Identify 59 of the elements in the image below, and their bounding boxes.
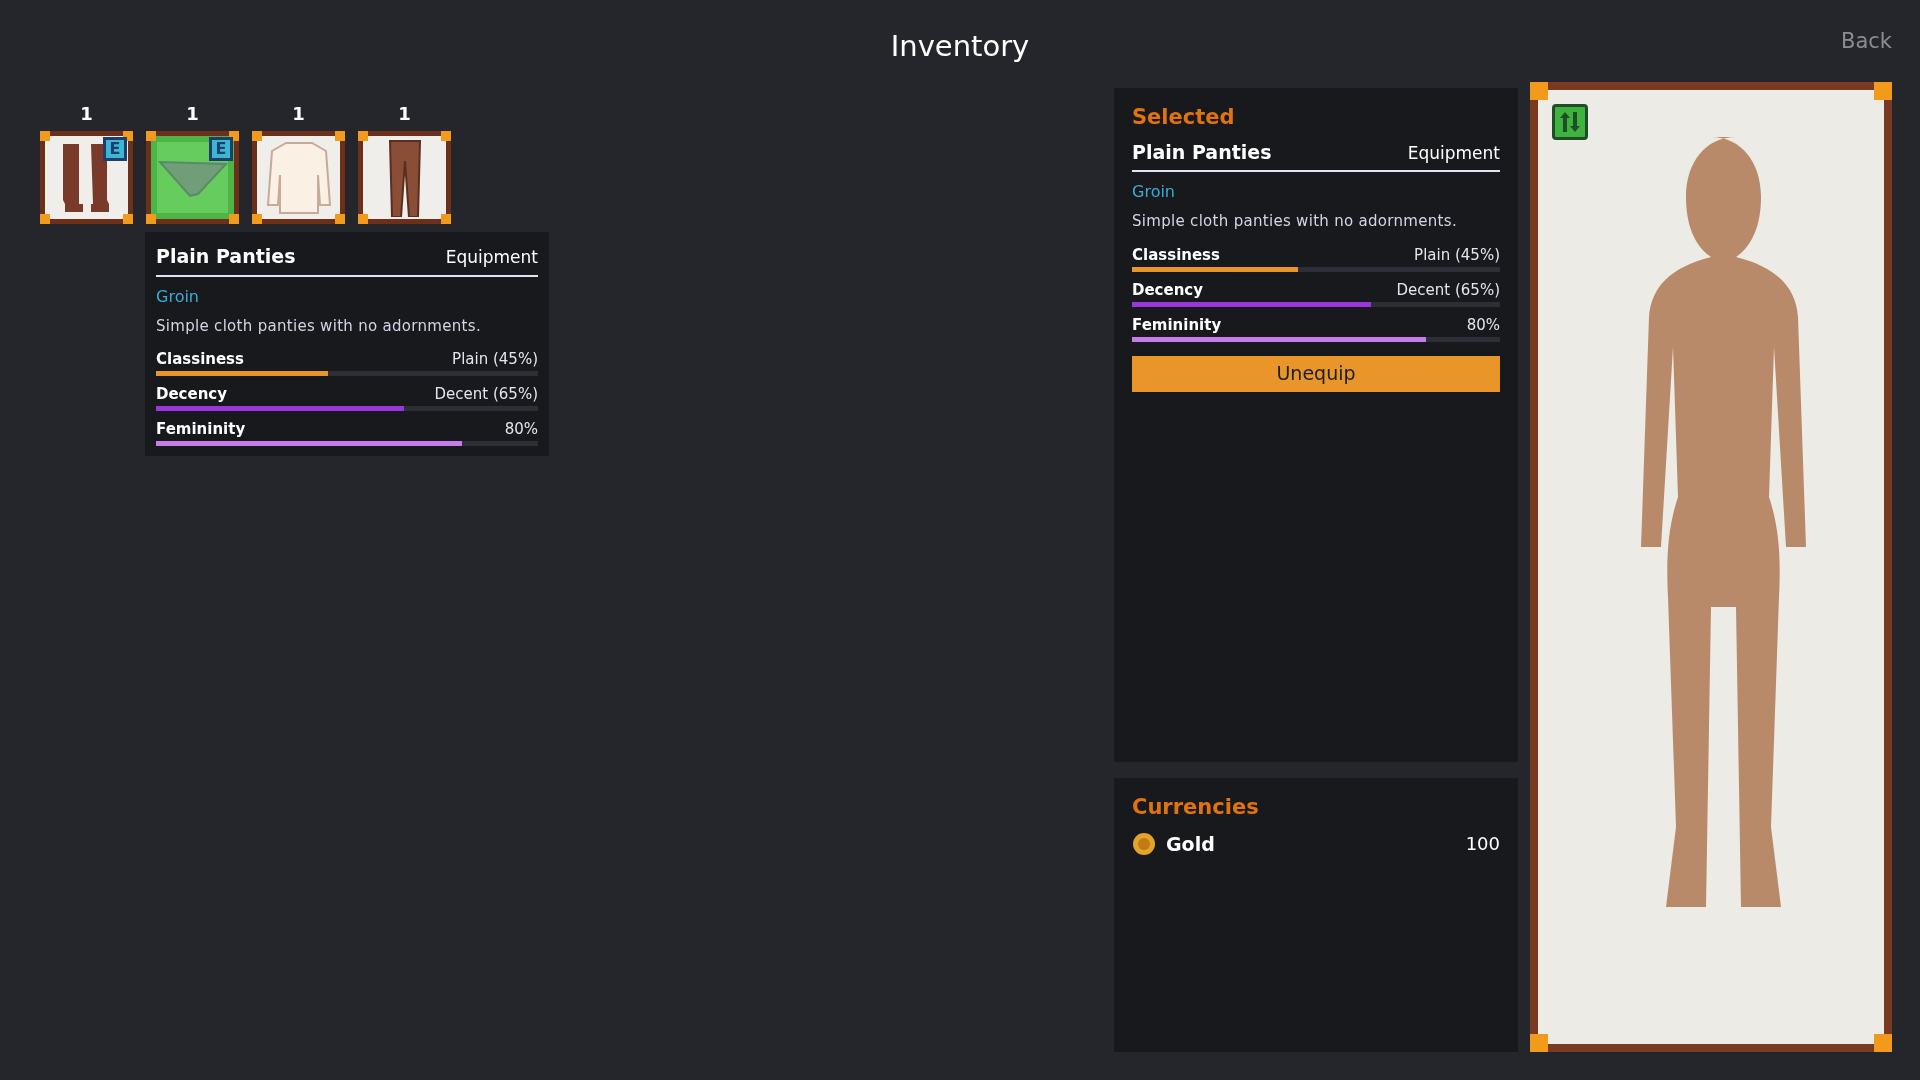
item-count: 1	[80, 102, 93, 126]
stat-label: Classiness	[156, 349, 244, 369]
panel-heading: Selected	[1132, 104, 1236, 131]
inventory-slot[interactable]	[252, 131, 345, 224]
corner-ornament	[123, 214, 133, 224]
back-button[interactable]: Back	[1841, 26, 1892, 58]
equipped-badge: E	[209, 137, 233, 161]
stat-reading: Plain (45%)	[452, 349, 538, 369]
corner-ornament	[358, 214, 368, 224]
inventory-slot[interactable]: E	[40, 131, 133, 224]
corner-ornament	[1530, 82, 1548, 100]
stat-reading: Decent (65%)	[1396, 279, 1500, 300]
currency-amount: 100	[1465, 832, 1500, 857]
panel-heading: Currencies	[1132, 794, 1260, 821]
item-type: Equipment	[1407, 141, 1500, 165]
corner-ornament	[146, 214, 156, 224]
item-description: Simple cloth panties with no adornments.	[1132, 211, 1458, 232]
stat-label: Decency	[156, 384, 228, 404]
item-count: 1	[292, 102, 305, 126]
inventory-slot[interactable]: E	[146, 131, 239, 224]
equipped-badge: E	[103, 137, 127, 161]
stat-label: Decency	[1132, 279, 1204, 300]
pants-icon	[387, 138, 422, 217]
corner-ornament	[335, 214, 345, 224]
stat-label: Classiness	[1132, 244, 1220, 265]
item-slot: Groin	[156, 284, 538, 309]
corner-ornament	[1874, 82, 1892, 100]
stat-reading: 80%	[504, 419, 538, 439]
corner-ornament	[252, 214, 262, 224]
stat-reading: Plain (45%)	[1414, 244, 1500, 265]
item-type: Equipment	[445, 246, 538, 269]
corner-ornament	[358, 131, 368, 141]
stat-label: Femininity	[156, 419, 246, 439]
currency-name: Gold	[1166, 831, 1216, 857]
item-name: Plain Panties	[156, 244, 296, 269]
coin-icon	[1132, 831, 1156, 856]
corner-ornament	[252, 131, 262, 141]
page-title: Inventory	[890, 28, 1030, 66]
item-description: Simple cloth panties with no adornments.	[156, 315, 482, 337]
corner-ornament	[229, 214, 239, 224]
corner-ornament	[335, 131, 345, 141]
corner-ornament	[1530, 1034, 1548, 1052]
corner-ornament	[40, 131, 50, 141]
item-count: 1	[186, 102, 199, 126]
stat-label: Femininity	[1132, 314, 1222, 335]
corner-ornament	[441, 131, 451, 141]
swap-arrows-icon[interactable]	[1552, 104, 1588, 140]
corner-ornament	[40, 214, 50, 224]
item-slot: Groin	[1132, 180, 1500, 204]
shirt-icon	[265, 140, 332, 215]
stat-reading: Decent (65%)	[434, 384, 538, 404]
corner-ornament	[1874, 1034, 1892, 1052]
unequip-button[interactable]: Unequip	[1132, 355, 1500, 392]
corner-ornament	[146, 131, 156, 141]
item-name: Plain Panties	[1132, 139, 1272, 165]
corner-ornament	[441, 214, 451, 224]
item-count: 1	[398, 102, 411, 126]
inventory-slot[interactable]	[358, 131, 451, 224]
stat-reading: 80%	[1466, 314, 1500, 335]
